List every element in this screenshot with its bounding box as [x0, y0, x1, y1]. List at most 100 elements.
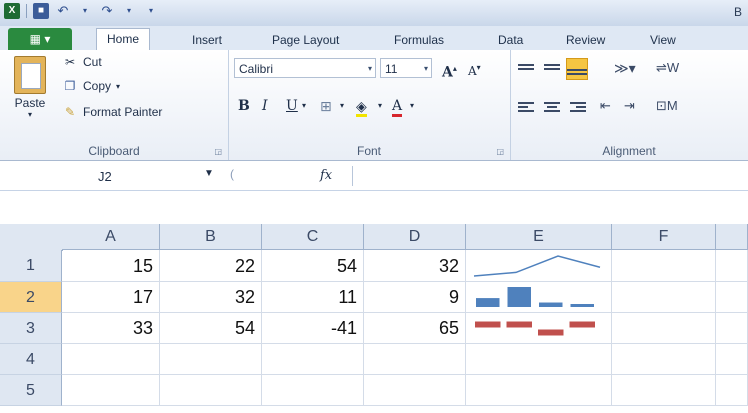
shrink-font-icon[interactable]: A▾ [468, 58, 481, 78]
name-box-dropdown-icon[interactable]: ▼ [204, 168, 214, 179]
cell-next3[interactable] [716, 313, 748, 344]
underline-dropdown-icon[interactable]: ▾ [302, 96, 306, 116]
format-painter-button[interactable]: ✎ Format Painter [62, 104, 162, 120]
decrease-indent-icon[interactable]: ⇤ [600, 96, 611, 116]
cell-b4[interactable] [160, 344, 262, 375]
cell-c1[interactable]: 54 [262, 250, 364, 282]
row-header-3[interactable]: 3 [0, 313, 62, 344]
cell-c2[interactable]: 11 [262, 282, 364, 313]
italic-button[interactable]: I [262, 96, 268, 116]
redo-icon[interactable]: ↷ [99, 3, 115, 19]
row-header-2[interactable]: 2 [0, 282, 62, 313]
clipboard-launcher-icon[interactable]: ◲ [214, 147, 222, 156]
fill-color-dropdown-icon[interactable]: ▾ [378, 96, 382, 116]
tab-view[interactable]: View [640, 30, 686, 50]
cell-next4[interactable] [716, 344, 748, 375]
column-header-d[interactable]: D [364, 224, 466, 250]
cell-next5[interactable] [716, 375, 748, 406]
align-middle-icon[interactable] [544, 62, 560, 76]
fill-color-icon[interactable]: ◈ [356, 96, 367, 117]
align-bottom-icon[interactable] [566, 58, 588, 80]
font-size-dropdown-icon[interactable]: ▾ [424, 59, 428, 79]
column-header-f[interactable]: F [612, 224, 716, 250]
underline-button[interactable]: U [286, 96, 298, 116]
font-size-field[interactable]: 11 ▾ [380, 58, 432, 78]
undo-dropdown-icon[interactable]: ▾ [77, 3, 93, 19]
tab-file[interactable]: ▦ ▾ [8, 28, 72, 50]
insert-function-cancel-icon[interactable]: ( [230, 167, 234, 181]
cell-a1[interactable]: 15 [62, 250, 160, 282]
copy-button[interactable]: ❐ Copy ▾ [62, 78, 120, 94]
cell-d3[interactable]: 65 [364, 313, 466, 344]
cell-a3[interactable]: 33 [62, 313, 160, 344]
cell-e2[interactable] [466, 282, 612, 313]
cell-f2[interactable] [612, 282, 716, 313]
cell-d1[interactable]: 32 [364, 250, 466, 282]
font-name-dropdown-icon[interactable]: ▾ [368, 59, 372, 79]
increase-indent-icon[interactable]: ⇥ [624, 96, 635, 116]
cell-f4[interactable] [612, 344, 716, 375]
column-header-b[interactable]: B [160, 224, 262, 250]
cell-f5[interactable] [612, 375, 716, 406]
customize-qat-icon[interactable]: ▾ [143, 3, 159, 19]
row-header-1[interactable]: 1 [0, 250, 62, 282]
tab-formulas[interactable]: Formulas [384, 30, 454, 50]
tab-insert[interactable]: Insert [182, 30, 232, 50]
cell-next1[interactable] [716, 250, 748, 282]
paste-button[interactable]: Paste ▾ [6, 54, 54, 124]
borders-icon[interactable]: ⊞ [320, 96, 332, 116]
column-header-c[interactable]: C [262, 224, 364, 250]
wrap-text-button[interactable]: ⇌W [656, 58, 679, 78]
cell-e1[interactable] [466, 250, 612, 282]
align-center-icon[interactable] [544, 100, 560, 114]
cell-e5[interactable] [466, 375, 612, 406]
cell-d4[interactable] [364, 344, 466, 375]
cell-c4[interactable] [262, 344, 364, 375]
paste-dropdown-icon[interactable]: ▾ [6, 110, 54, 119]
row-header-5[interactable]: 5 [0, 375, 62, 406]
tab-data[interactable]: Data [488, 30, 533, 50]
row-header-4[interactable]: 4 [0, 344, 62, 375]
tab-page-layout[interactable]: Page Layout [262, 30, 349, 50]
cut-button[interactable]: ✂ Cut [62, 54, 102, 70]
grow-font-icon[interactable]: A▴ [442, 58, 457, 81]
undo-icon[interactable]: ↶ [55, 3, 71, 19]
redo-dropdown-icon[interactable]: ▾ [121, 3, 137, 19]
tab-home[interactable]: Home [96, 28, 151, 52]
column-header-a[interactable]: A [62, 224, 160, 250]
font-color-dropdown-icon[interactable]: ▾ [410, 96, 414, 116]
column-header-e[interactable]: E [466, 224, 612, 250]
cell-d2[interactable]: 9 [364, 282, 466, 313]
excel-app-icon[interactable]: X [4, 3, 20, 19]
cell-b3[interactable]: 54 [160, 313, 262, 344]
font-name-field[interactable]: Calibri ▾ [234, 58, 376, 78]
align-top-icon[interactable] [518, 62, 534, 76]
cell-a4[interactable] [62, 344, 160, 375]
cell-c5[interactable] [262, 375, 364, 406]
align-left-icon[interactable] [518, 100, 534, 114]
cell-d5[interactable] [364, 375, 466, 406]
bold-button[interactable]: B [238, 96, 250, 116]
cell-c3[interactable]: -41 [262, 313, 364, 344]
cell-b1[interactable]: 22 [160, 250, 262, 282]
cell-e3[interactable] [466, 313, 612, 344]
cell-e4[interactable] [466, 344, 612, 375]
cell-a5[interactable] [62, 375, 160, 406]
merge-center-button[interactable]: ⊡M [656, 96, 678, 116]
cell-f1[interactable] [612, 250, 716, 282]
save-icon[interactable]: ■ [33, 3, 49, 19]
name-box[interactable]: J2 [16, 167, 216, 187]
column-header-next[interactable] [716, 224, 748, 250]
insert-function-icon[interactable]: fx [320, 168, 332, 183]
cell-next2[interactable] [716, 282, 748, 313]
tab-review[interactable]: Review [556, 30, 615, 50]
font-color-icon[interactable]: A [392, 96, 403, 117]
copy-dropdown-icon[interactable]: ▾ [116, 82, 120, 91]
cell-b2[interactable]: 32 [160, 282, 262, 313]
align-right-icon[interactable] [570, 100, 586, 114]
cell-b5[interactable] [160, 375, 262, 406]
select-all-corner[interactable] [0, 224, 63, 251]
font-launcher-icon[interactable]: ◲ [496, 147, 504, 156]
orientation-icon[interactable]: ≫▾ [614, 58, 636, 78]
cell-a2[interactable]: 17 [62, 282, 160, 313]
